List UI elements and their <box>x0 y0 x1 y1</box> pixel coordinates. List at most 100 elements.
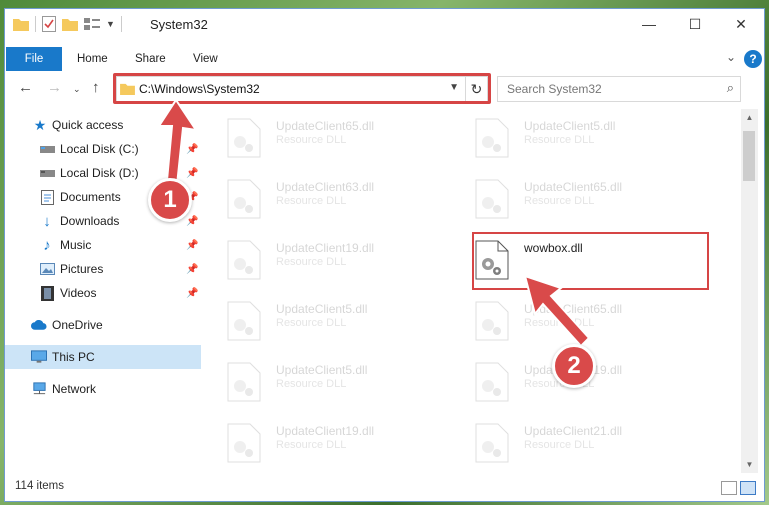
file-explorer-window: ▼ System32 — ☐ ✕ File Home Share View ⌄ … <box>4 8 765 502</box>
file-name: UpdateClient65.dll <box>276 119 375 133</box>
file-item[interactable]: UpdateClient5.dll Resource DLL <box>205 355 445 405</box>
minimize-button[interactable]: — <box>626 9 672 39</box>
file-item[interactable]: UpdateClient19.dll Resource DLL <box>205 416 445 466</box>
sidebar-item-label: This PC <box>52 350 95 364</box>
file-type: Resource DLL <box>276 256 347 268</box>
dll-gear-file-icon <box>475 179 509 219</box>
drive-icon <box>39 165 55 181</box>
sidebar-item-onedrive[interactable]: OneDrive <box>5 313 201 337</box>
dll-gear-file-icon <box>227 301 261 341</box>
file-name: UpdateClient65.dll <box>524 180 623 194</box>
forward-arrow-icon[interactable]: → <box>47 79 62 96</box>
folder-icon[interactable] <box>13 17 29 31</box>
details-view-icon[interactable] <box>721 481 737 495</box>
file-type: Resource DLL <box>524 195 595 207</box>
quick-access-toolbar: ▼ <box>13 16 122 32</box>
item-count: 114 items <box>15 480 65 492</box>
file-item[interactable]: UpdateClient5.dll Resource DLL <box>205 294 445 344</box>
file-type: Resource DLL <box>524 134 595 146</box>
music-icon: ♪ <box>43 236 51 254</box>
up-arrow-icon[interactable]: ↑ <box>92 79 100 96</box>
scrollbar-thumb[interactable] <box>743 131 755 181</box>
network-icon <box>31 381 47 397</box>
properties-icon[interactable] <box>42 16 56 32</box>
pin-icon[interactable]: 📌 <box>186 240 198 251</box>
help-button[interactable]: ? <box>744 50 762 68</box>
search-box[interactable]: Search System32 ⌕ <box>497 76 741 102</box>
large-icons-view-icon[interactable] <box>740 481 756 495</box>
pin-icon[interactable]: 📌 <box>186 288 198 299</box>
search-icon[interactable]: ⌕ <box>727 80 734 96</box>
search-placeholder[interactable]: Search System32 <box>507 82 602 96</box>
file-name: UpdateClient5.dll <box>276 302 368 316</box>
file-type: Resource DLL <box>524 439 595 451</box>
file-type: Resource DLL <box>276 439 347 451</box>
sidebar-item-network[interactable]: Network <box>5 377 201 401</box>
pin-icon[interactable]: 📌 <box>186 264 198 275</box>
video-icon <box>39 285 55 301</box>
file-item[interactable]: UpdateClient65.dll Resource DLL <box>205 111 445 161</box>
new-folder-icon[interactable] <box>62 17 78 31</box>
file-item[interactable]: UpdateClient21.dll Resource DLL <box>453 416 693 466</box>
file-type: Resource DLL <box>276 195 347 207</box>
file-item[interactable]: UpdateClient63.dll Resource DLL <box>205 172 445 222</box>
sidebar-item-this-pc[interactable]: This PC <box>5 345 201 369</box>
sidebar-item-label: Local Disk (C:) <box>60 142 139 156</box>
annotation-badge-2: 2 <box>552 344 596 388</box>
drive-icon <box>39 141 55 157</box>
expand-ribbon-chevron-icon[interactable]: ⌄ <box>726 50 736 64</box>
sidebar-item-label: Videos <box>60 286 97 300</box>
back-arrow-icon[interactable]: ← <box>18 79 33 96</box>
sidebar-item-label: Quick access <box>52 118 124 132</box>
computer-icon <box>31 349 47 365</box>
view-options-icon[interactable] <box>84 17 100 31</box>
dll-gear-file-icon <box>227 423 261 463</box>
view-toggle <box>721 481 756 495</box>
dll-gear-file-icon <box>475 423 509 463</box>
status-bar: 114 items <box>5 475 764 501</box>
tab-file[interactable]: File <box>6 47 62 71</box>
customize-toolbar-chevron-icon[interactable]: ▼ <box>106 19 115 29</box>
file-type: Resource DLL <box>276 317 347 329</box>
sidebar-item-pictures[interactable]: Pictures 📌 <box>5 257 201 281</box>
maximize-button[interactable]: ☐ <box>672 9 718 39</box>
file-name: UpdateClient19.dll <box>276 424 375 438</box>
file-name: UpdateClient63.dll <box>276 180 375 194</box>
navigation-bar: ← → ⌄ ↑ C:\Windows\System32 ▼ ↻ Search S… <box>5 73 764 104</box>
recent-locations-chevron-icon[interactable]: ⌄ <box>73 84 81 95</box>
sidebar-item-music[interactable]: ♪ Music 📌 <box>5 233 201 257</box>
dll-gear-file-icon <box>475 118 509 158</box>
sidebar-item-label: Network <box>52 382 97 396</box>
file-item[interactable]: UpdateClient65.dll Resource DLL <box>453 172 693 222</box>
sidebar-item-label: Music <box>60 238 92 252</box>
sidebar-item-label: Downloads <box>60 214 120 228</box>
ribbon-tabs: File Home Share View ⌄ ? <box>5 47 764 71</box>
dll-gear-file-icon <box>475 362 509 402</box>
sidebar-item-label: Local Disk (D:) <box>60 166 139 180</box>
tab-home[interactable]: Home <box>77 47 108 71</box>
toolbar-divider <box>35 16 36 32</box>
close-button[interactable]: ✕ <box>718 9 764 39</box>
dll-gear-file-icon <box>227 362 261 402</box>
dll-gear-file-icon <box>227 179 261 219</box>
cloud-icon <box>31 317 47 333</box>
annotation-badge-1: 1 <box>148 178 192 222</box>
file-item[interactable]: UpdateClient19.dll Resource DLL <box>205 233 445 283</box>
tab-view[interactable]: View <box>193 47 218 71</box>
tab-share[interactable]: Share <box>135 47 166 71</box>
sidebar-item-label: OneDrive <box>52 318 103 332</box>
sidebar-item-videos[interactable]: Videos 📌 <box>5 281 201 305</box>
star-icon: ★ <box>33 116 47 133</box>
toolbar-divider <box>120 16 122 32</box>
file-type: Resource DLL <box>276 134 347 146</box>
vertical-scrollbar[interactable]: ▲ ▼ <box>741 109 758 473</box>
documents-icon <box>39 189 55 205</box>
file-item[interactable]: UpdateClient5.dll Resource DLL <box>453 111 693 161</box>
file-name: UpdateClient5.dll <box>524 119 616 133</box>
file-name: UpdateClient19.dll <box>276 241 375 255</box>
scroll-down-icon[interactable]: ▼ <box>741 460 758 469</box>
sidebar-item-label: Pictures <box>60 262 104 276</box>
file-type: Resource DLL <box>276 378 347 390</box>
window-controls: — ☐ ✕ <box>626 9 764 39</box>
scroll-up-icon[interactable]: ▲ <box>741 113 758 122</box>
